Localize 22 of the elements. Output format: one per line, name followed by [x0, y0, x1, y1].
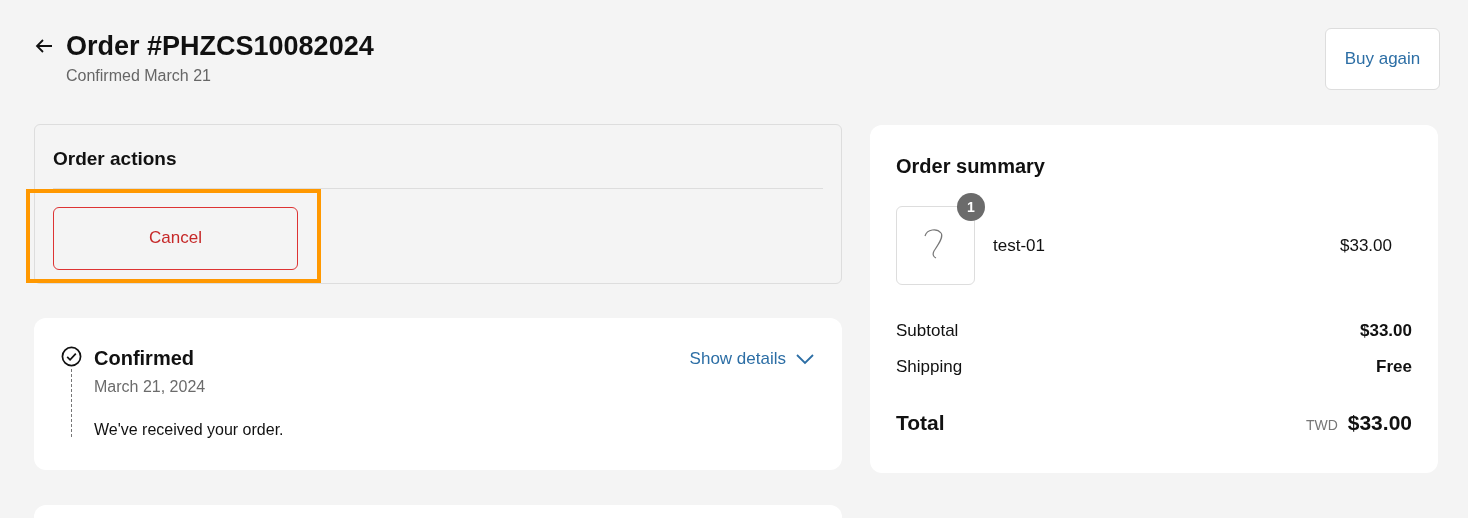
- summary-label: Shipping: [896, 356, 963, 378]
- summary-value: $33.00: [1360, 320, 1412, 342]
- show-details-button[interactable]: Show details: [689, 346, 814, 372]
- chevron-icon: [796, 352, 814, 365]
- status-title: Confirmed: [94, 346, 195, 370]
- cancel-button[interactable]: Cancel: [53, 206, 298, 270]
- product-price: $33.00: [1340, 234, 1392, 257]
- product-name: test-01: [993, 234, 1046, 257]
- total-value: $33.00: [1347, 410, 1412, 436]
- status-date: March 21, 2024: [94, 377, 207, 397]
- quantity-badge: 1: [957, 193, 985, 221]
- check-circle-icon: [61, 346, 82, 367]
- buy-again-button[interactable]: Buy again: [1325, 28, 1440, 90]
- order-actions-title: Order actions: [53, 145, 823, 189]
- summary-label: Subtotal: [896, 320, 959, 342]
- order-subtitle: Confirmed March 21: [66, 66, 212, 86]
- status-message: We've received your order.: [94, 420, 284, 440]
- total-label: Total: [896, 410, 945, 436]
- order-title: Order #PHZCS10082024: [66, 30, 374, 63]
- currency-code: TWD: [1305, 416, 1338, 435]
- order-summary-title: Order summary: [896, 154, 1046, 179]
- summary-value: Free: [1376, 356, 1412, 378]
